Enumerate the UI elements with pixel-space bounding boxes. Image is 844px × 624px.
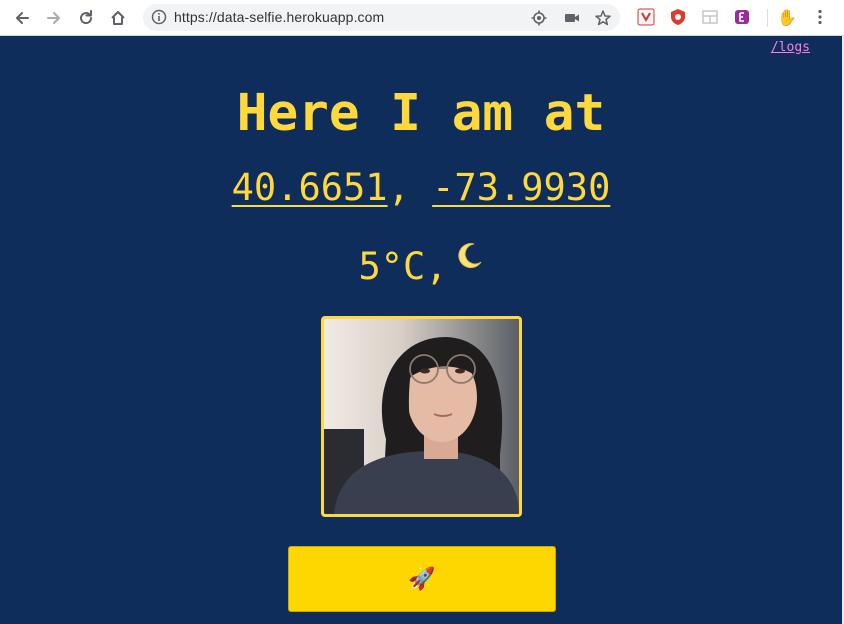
more-menu-icon[interactable] <box>811 8 829 26</box>
page-content: /logs Here I am at 40.6651, -73.9930 5°C… <box>0 36 842 624</box>
forward-icon <box>47 12 60 24</box>
latitude-value[interactable]: 40.6651 <box>232 166 388 209</box>
reload-icon <box>80 10 93 25</box>
toolbar-divider <box>767 9 768 27</box>
extension-icon-2[interactable] <box>669 8 687 26</box>
back-icon <box>16 12 29 24</box>
reload-button[interactable] <box>74 6 98 30</box>
temperature-value: 5°C, <box>358 245 448 288</box>
back-button[interactable] <box>10 6 34 30</box>
selfie-video <box>321 316 522 517</box>
browser-toolbar: https://data-selfie.herokuapp.com ✋ <box>0 0 844 36</box>
logs-link[interactable]: /logs <box>771 40 810 55</box>
longitude-value[interactable]: -73.9930 <box>432 166 610 209</box>
coordinates: 40.6651, -73.9930 <box>0 165 842 211</box>
location-icon[interactable] <box>530 9 548 27</box>
rocket-icon: 🚀 <box>408 566 436 592</box>
page-title: Here I am at <box>236 84 606 143</box>
extension-icon-4[interactable] <box>733 8 751 26</box>
camera-icon[interactable] <box>563 9 581 27</box>
home-button[interactable] <box>106 6 130 30</box>
coordinate-separator: , <box>387 166 433 209</box>
forward-button[interactable] <box>42 6 66 30</box>
weather-readout: 5°C, <box>0 242 842 292</box>
selfie-image <box>324 319 519 514</box>
crescent-moon-icon <box>454 236 484 282</box>
submit-button[interactable]: 🚀 <box>288 546 556 612</box>
bookmark-star-icon[interactable] <box>594 9 612 27</box>
home-icon <box>111 11 125 25</box>
address-bar[interactable]: https://data-selfie.herokuapp.com <box>143 4 620 31</box>
extension-icon-1[interactable] <box>637 8 655 26</box>
url-text[interactable]: https://data-selfie.herokuapp.com <box>174 9 384 25</box>
extension-icon-3[interactable] <box>701 8 719 26</box>
hand-icon[interactable]: ✋ <box>777 8 797 27</box>
info-icon[interactable] <box>151 9 167 29</box>
